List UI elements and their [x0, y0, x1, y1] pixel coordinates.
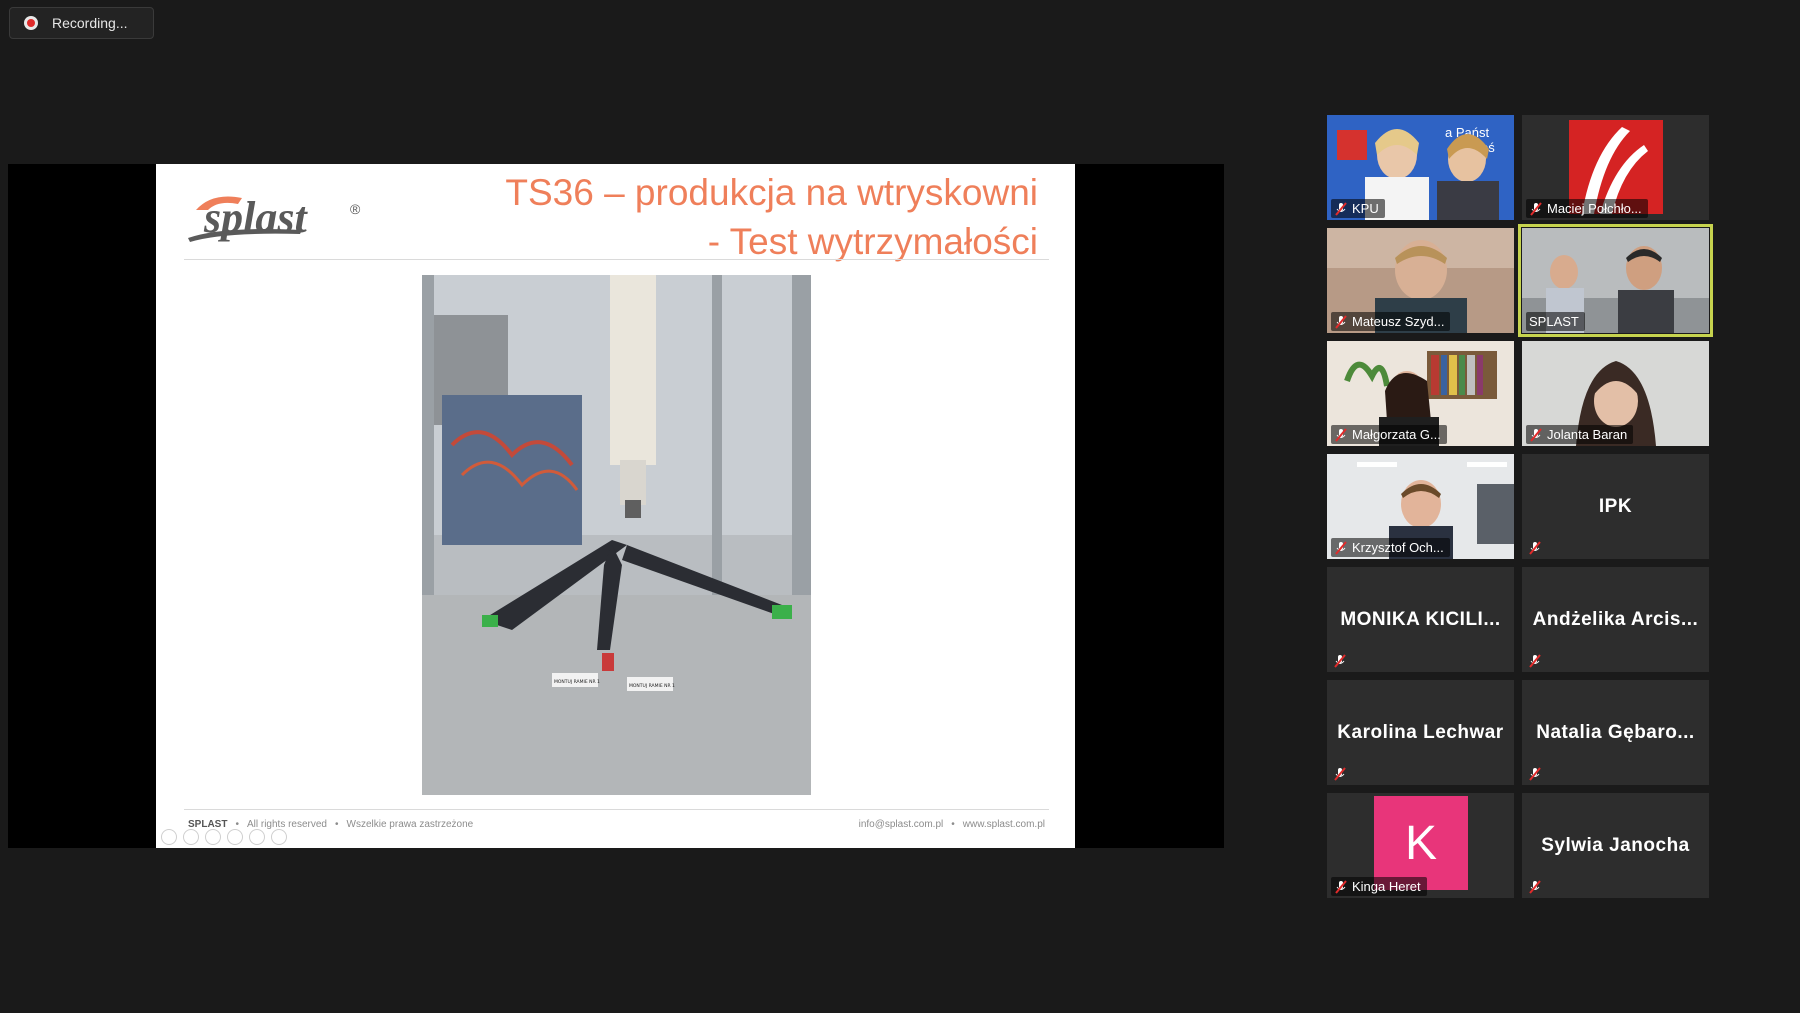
- participant-name: Maciej Połchło...: [1547, 201, 1642, 216]
- muted-mic-icon: [1335, 314, 1347, 329]
- participant-label: Jolanta Baran: [1526, 425, 1634, 444]
- muted-mic-icon: [1335, 427, 1347, 442]
- recording-dot-icon: [24, 16, 38, 30]
- muted-mic-icon: [1335, 540, 1347, 555]
- participant-tile-karolina[interactable]: Karolina Lechwar: [1327, 680, 1514, 785]
- participant-tile-jolanta[interactable]: Jolanta Baran: [1522, 341, 1709, 446]
- participant-tile-kinga[interactable]: K Kinga Heret: [1327, 793, 1514, 898]
- muted-mic-icon: [1530, 427, 1542, 442]
- muted-mic-icon: [1334, 654, 1346, 668]
- participant-name-large: IPK: [1598, 495, 1633, 517]
- participant-label: Małgorzata G...: [1331, 425, 1447, 444]
- participant-label: [1331, 765, 1353, 783]
- participant-tile-natalia[interactable]: Natalia Gębaro...: [1522, 680, 1709, 785]
- zoom-icon[interactable]: [249, 829, 265, 845]
- participant-label: [1526, 878, 1548, 896]
- participant-tile-ipk[interactable]: IPK: [1522, 454, 1709, 559]
- recording-label: Recording...: [52, 15, 128, 31]
- footer-email: info@splast.com.pl: [858, 819, 944, 830]
- participant-name: Kinga Heret: [1352, 879, 1421, 894]
- participant-name-large: MONIKA KICILI...: [1340, 608, 1501, 630]
- muted-mic-icon: [1334, 767, 1346, 781]
- participant-name-large: Natalia Gębaro...: [1536, 721, 1695, 743]
- muted-mic-icon: [1335, 201, 1347, 216]
- participant-label: [1526, 765, 1548, 783]
- participant-name-large: Andżelika Arcis...: [1532, 608, 1699, 630]
- pen-icon[interactable]: [205, 829, 221, 845]
- next-slide-icon[interactable]: [183, 829, 199, 845]
- recording-indicator[interactable]: Recording...: [9, 7, 154, 39]
- participant-label: Mateusz Szyd...: [1331, 312, 1451, 331]
- participant-name-large: Karolina Lechwar: [1337, 721, 1504, 743]
- participant-tile-krzysztof[interactable]: Krzysztof Och...: [1327, 454, 1514, 559]
- more-icon[interactable]: [271, 829, 287, 845]
- photo-tag-1: MONTUJ RAMIE NR 1: [554, 679, 600, 685]
- footer-website: www.splast.com.pl: [962, 819, 1045, 830]
- participant-name: KPU: [1352, 201, 1379, 216]
- muted-mic-icon: [1529, 767, 1541, 781]
- participant-label: SPLAST: [1526, 312, 1585, 331]
- participant-label: Maciej Połchło...: [1526, 199, 1648, 218]
- participant-tile-sylwia[interactable]: Sylwia Janocha: [1522, 793, 1709, 898]
- logo-wordmark: splast: [203, 193, 308, 242]
- muted-mic-icon: [1335, 879, 1347, 894]
- footer-sep: •: [951, 819, 955, 830]
- participant-label: [1526, 652, 1548, 670]
- participant-label: Kinga Heret: [1331, 877, 1427, 896]
- muted-mic-icon: [1529, 880, 1541, 894]
- participant-name-large: Sylwia Janocha: [1541, 834, 1690, 856]
- strength-test-photo: MONTUJ RAMIE NR 1 MONTUJ RAMIE NR 1: [422, 275, 811, 795]
- muted-mic-icon: [1529, 541, 1541, 555]
- participant-tile-andzelika[interactable]: Andżelika Arcis...: [1522, 567, 1709, 672]
- participant-name: Krzysztof Och...: [1352, 540, 1444, 555]
- slide-controls: [161, 829, 287, 845]
- prev-slide-icon[interactable]: [161, 829, 177, 845]
- participant-label: [1331, 652, 1353, 670]
- participant-tile-monika[interactable]: MONIKA KICILI...: [1327, 567, 1514, 672]
- splast-logo: splast ®: [188, 193, 361, 242]
- slide-title: TS36 – produkcja na wtryskowni - Test wy…: [505, 168, 1038, 266]
- participant-name: Jolanta Baran: [1547, 427, 1628, 442]
- muted-mic-icon: [1529, 654, 1541, 668]
- slide-divider-top: [184, 259, 1049, 260]
- slide-footer: SPLAST • All rights reserved • Wszelkie praw…: [188, 819, 1045, 830]
- participant-name: Małgorzata G...: [1352, 427, 1441, 442]
- participant-label: Krzysztof Och...: [1331, 538, 1450, 557]
- participant-tile-splast[interactable]: SPLAST: [1518, 224, 1713, 337]
- participant-name: SPLAST: [1529, 314, 1579, 329]
- slides-icon[interactable]: [227, 829, 243, 845]
- participant-name: Mateusz Szyd...: [1352, 314, 1445, 329]
- participant-tile-malgorzata[interactable]: Małgorzata G...: [1327, 341, 1514, 446]
- slide-footer-right: info@splast.com.pl • www.splast.com.pl: [859, 819, 1045, 830]
- slide-divider-bottom: [184, 809, 1049, 810]
- logo-registered-mark: ®: [350, 201, 361, 217]
- footer-rights-pl: Wszelkie prawa zastrzeżone: [346, 819, 474, 830]
- participant-label: KPU: [1331, 199, 1385, 218]
- participant-tile-maciej[interactable]: Maciej Połchło...: [1522, 115, 1709, 220]
- muted-mic-icon: [1530, 201, 1542, 216]
- screen-share-area: splast ® TS36 – produkcja na wtryskowni …: [8, 164, 1224, 848]
- avatar: K: [1374, 796, 1468, 890]
- photo-tag-2: MONTUJ RAMIE NR 1: [629, 683, 675, 689]
- presentation-slide: splast ® TS36 – produkcja na wtryskowni …: [156, 164, 1075, 848]
- slide-title-line-1: TS36 – produkcja na wtryskowni: [505, 172, 1038, 213]
- slide-photo: MONTUJ RAMIE NR 1 MONTUJ RAMIE NR 1: [422, 275, 811, 795]
- participant-tile-mateusz[interactable]: Mateusz Szyd...: [1327, 228, 1514, 333]
- participant-tile-kpu[interactable]: a Państ w Kroś KPU: [1327, 115, 1514, 220]
- footer-sep: •: [335, 819, 339, 830]
- participant-label: [1526, 539, 1548, 557]
